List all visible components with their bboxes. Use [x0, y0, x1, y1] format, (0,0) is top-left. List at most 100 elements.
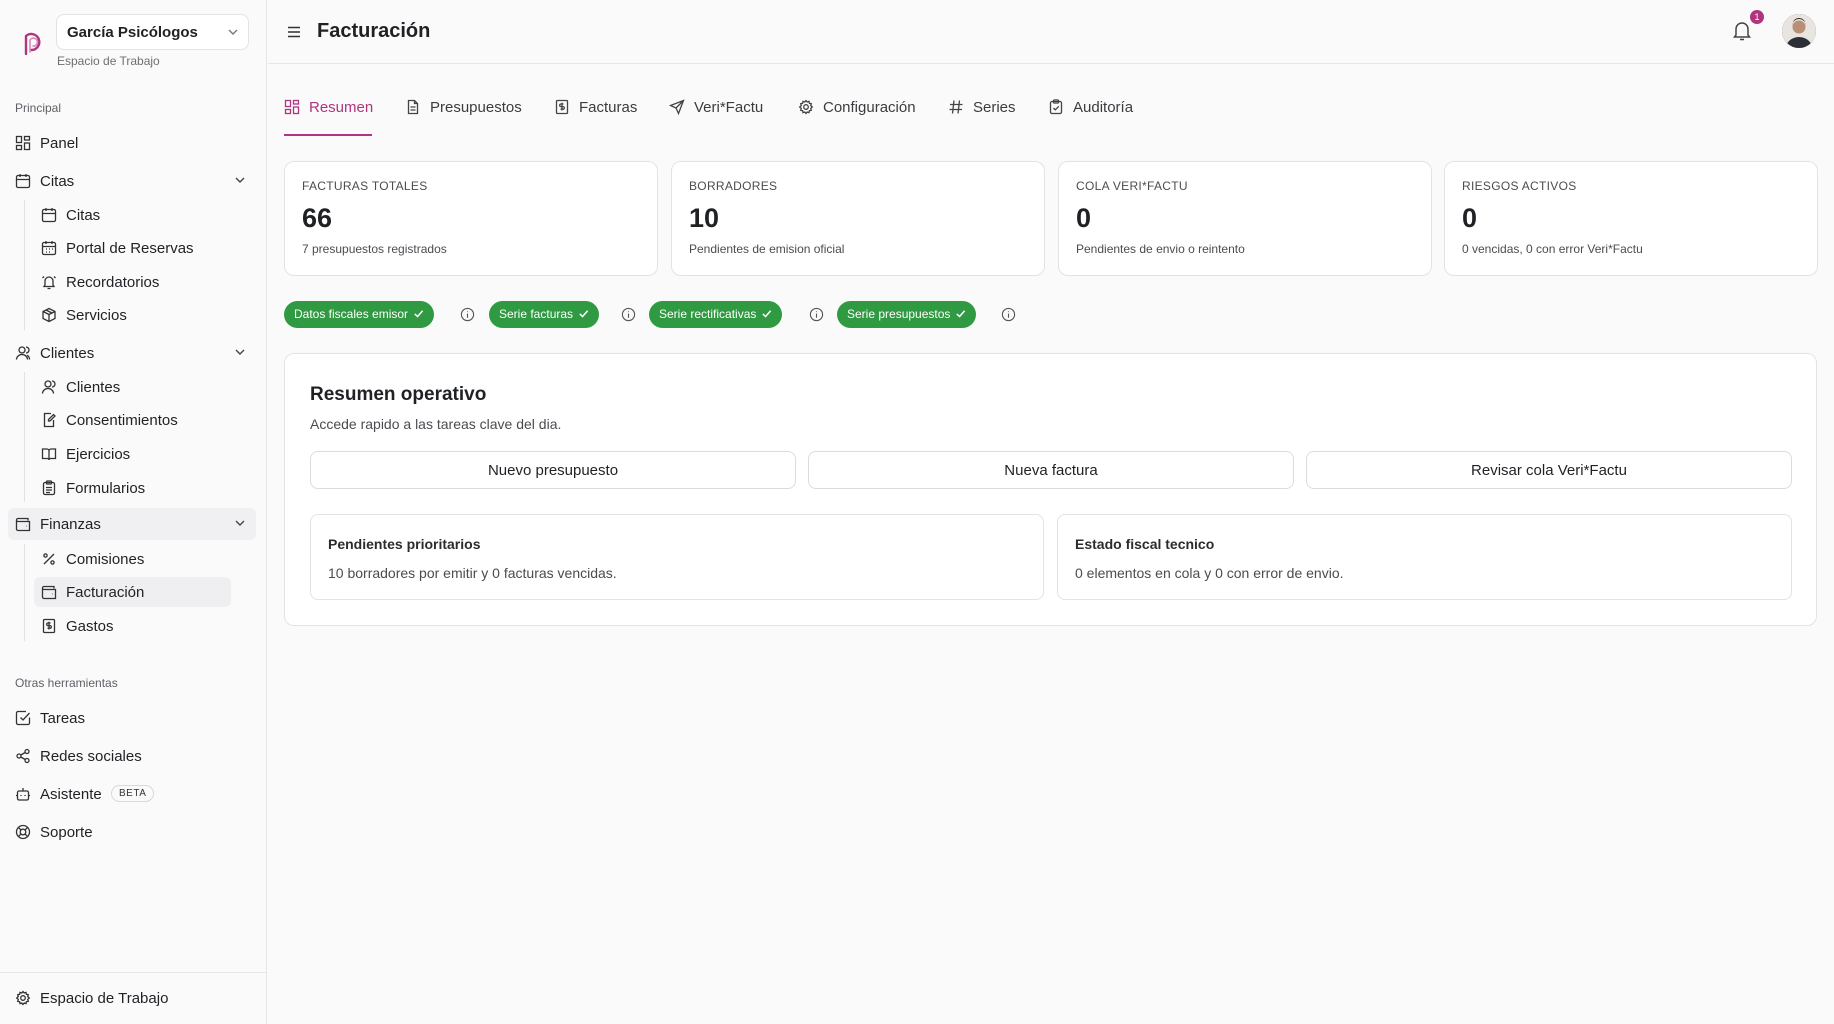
- gear-icon: [15, 990, 31, 1006]
- user-avatar[interactable]: [1782, 14, 1816, 48]
- tree-line: [24, 544, 25, 641]
- sidebar-group-finanzas[interactable]: Finanzas: [8, 508, 256, 540]
- section-label-otras: Otras herramientas: [15, 676, 118, 690]
- gear-icon: [798, 99, 814, 115]
- file-text-icon: [405, 99, 421, 115]
- chevron-down-icon: [234, 174, 246, 186]
- clipboard-check-icon: [1048, 99, 1064, 115]
- tree-line: [24, 200, 25, 330]
- sidebar-item-label: Asistente: [40, 786, 102, 803]
- tab-verifactu[interactable]: Veri*Factu: [669, 90, 769, 136]
- sidebar-item-label: Ejercicios: [66, 446, 131, 463]
- tab-auditoria[interactable]: Auditoría: [1048, 90, 1143, 136]
- sidebar-item-label: Redes sociales: [40, 748, 142, 765]
- sidebar-item-facturacion[interactable]: Facturación: [34, 577, 231, 607]
- sidebar-item-label: Tareas: [40, 710, 86, 727]
- stat-label: RIESGOS ACTIVOS: [1462, 179, 1577, 193]
- sidebar-item-servicios[interactable]: Servicios: [34, 300, 231, 330]
- dashboard-icon: [15, 135, 31, 151]
- revisar-cola-verifactu-button[interactable]: Revisar cola Veri*Factu: [1306, 451, 1792, 489]
- sidebar-group-citas[interactable]: Citas: [8, 165, 256, 197]
- sidebar-group-clientes[interactable]: Clientes: [8, 337, 256, 369]
- calendar-grid-icon: [41, 240, 57, 256]
- tab-label: Presupuestos: [430, 99, 522, 116]
- sidebar-item-gastos[interactable]: Gastos: [34, 611, 231, 641]
- card-title: Estado fiscal tecnico: [1075, 536, 1215, 552]
- percent-icon: [41, 551, 57, 567]
- chevron-down-icon: [227, 26, 239, 38]
- sidebar-item-ejercicios[interactable]: Ejercicios: [34, 439, 231, 469]
- info-icon[interactable]: [621, 307, 636, 322]
- sidebar-item-label: Comisiones: [66, 551, 145, 568]
- user-icon: [15, 345, 31, 361]
- nueva-factura-button[interactable]: Nueva factura: [808, 451, 1294, 489]
- card-text: 0 elementos en cola y 0 con error de env…: [1075, 565, 1344, 581]
- tab-facturas[interactable]: Facturas: [554, 90, 644, 136]
- sidebar-item-soporte[interactable]: Soporte: [8, 816, 256, 848]
- sidebar-item-formularios[interactable]: Formularios: [34, 473, 231, 503]
- sidebar-item-label: Clientes: [66, 379, 121, 396]
- info-icon[interactable]: [809, 307, 824, 322]
- tab-resumen[interactable]: Resumen: [284, 90, 374, 136]
- sidebar-item-comisiones[interactable]: Comisiones: [34, 544, 231, 574]
- sidebar-item-clientes[interactable]: Clientes: [34, 372, 231, 402]
- stat-value: 0: [1076, 203, 1092, 233]
- dashboard-icon: [284, 99, 300, 115]
- stat-value: 66: [302, 203, 333, 233]
- workspace-subtitle: Espacio de Trabajo: [57, 54, 160, 68]
- tab-label: Resumen: [309, 99, 374, 116]
- stat-description: Pendientes de emision oficial: [689, 242, 845, 256]
- workspace-switcher[interactable]: García Psicólogos: [56, 14, 249, 50]
- hash-icon: [948, 99, 964, 115]
- lifebuoy-icon: [15, 824, 31, 840]
- sidebar-item-recordatorios[interactable]: Recordatorios: [34, 267, 231, 297]
- sidebar-item-consentimientos[interactable]: Consentimientos: [34, 405, 231, 435]
- bell-ring-icon: [41, 274, 57, 290]
- sidebar-item-asistente[interactable]: Asistente BETA: [8, 778, 256, 810]
- tab-label: Configuración: [823, 99, 916, 116]
- section-label-principal: Principal: [15, 101, 62, 115]
- sidebar-item-espacio-trabajo[interactable]: Espacio de Trabajo: [8, 982, 256, 1014]
- tree-line: [24, 372, 25, 502]
- sidebar-item-panel[interactable]: Panel: [8, 127, 256, 159]
- sidebar-item-label: Panel: [40, 135, 79, 152]
- menu-icon[interactable]: [286, 24, 302, 40]
- sidebar-item-tareas[interactable]: Tareas: [8, 702, 256, 734]
- sidebar-item-citas[interactable]: Citas: [34, 200, 231, 230]
- book-open-icon: [41, 446, 57, 462]
- package-icon: [41, 307, 57, 323]
- notifications-bell-icon[interactable]: [1732, 20, 1752, 42]
- sidebar-item-label: Consentimientos: [66, 412, 178, 429]
- stat-label: FACTURAS TOTALES: [302, 179, 428, 193]
- status-badge-label: Serie facturas: [499, 307, 574, 321]
- info-icon[interactable]: [1001, 307, 1016, 322]
- chevron-down-icon: [234, 517, 246, 529]
- brand-logo-icon: [20, 28, 44, 58]
- calendar-icon: [15, 173, 31, 189]
- stat-value: 10: [689, 203, 720, 233]
- check-icon: [761, 308, 772, 319]
- check-icon: [413, 308, 424, 319]
- info-icon[interactable]: [460, 307, 475, 322]
- tab-configuracion[interactable]: Configuración: [798, 90, 918, 136]
- sidebar-item-label: Facturación: [66, 584, 145, 601]
- nuevo-presupuesto-button[interactable]: Nuevo presupuesto: [310, 451, 796, 489]
- notification-badge: 1: [1750, 10, 1764, 24]
- tab-series[interactable]: Series: [948, 90, 1023, 136]
- wallet-icon: [41, 584, 57, 600]
- tab-presupuestos[interactable]: Presupuestos: [405, 90, 525, 136]
- status-badge-serie-rectificativas: Serie rectificativas: [649, 301, 783, 328]
- status-badge-serie-presupuestos: Serie presupuestos: [837, 301, 977, 328]
- resumen-operativo-panel: Resumen operativo Accede rapido a las ta…: [284, 353, 1817, 626]
- stat-description: 0 vencidas, 0 con error Veri*Factu: [1462, 242, 1643, 256]
- sidebar-item-label: Portal de Reservas: [66, 240, 194, 257]
- clipboard-list-icon: [41, 480, 57, 496]
- chevron-down-icon: [234, 346, 246, 358]
- sidebar-item-portal-reservas[interactable]: Portal de Reservas: [34, 233, 231, 263]
- sidebar-item-redes-sociales[interactable]: Redes sociales: [8, 740, 256, 772]
- share-icon: [15, 748, 31, 764]
- check-icon: [578, 308, 589, 319]
- user-icon: [41, 379, 57, 395]
- status-badge-datos-fiscales: Datos fiscales emisor: [284, 301, 435, 328]
- sidebar-item-label: Servicios: [66, 307, 127, 324]
